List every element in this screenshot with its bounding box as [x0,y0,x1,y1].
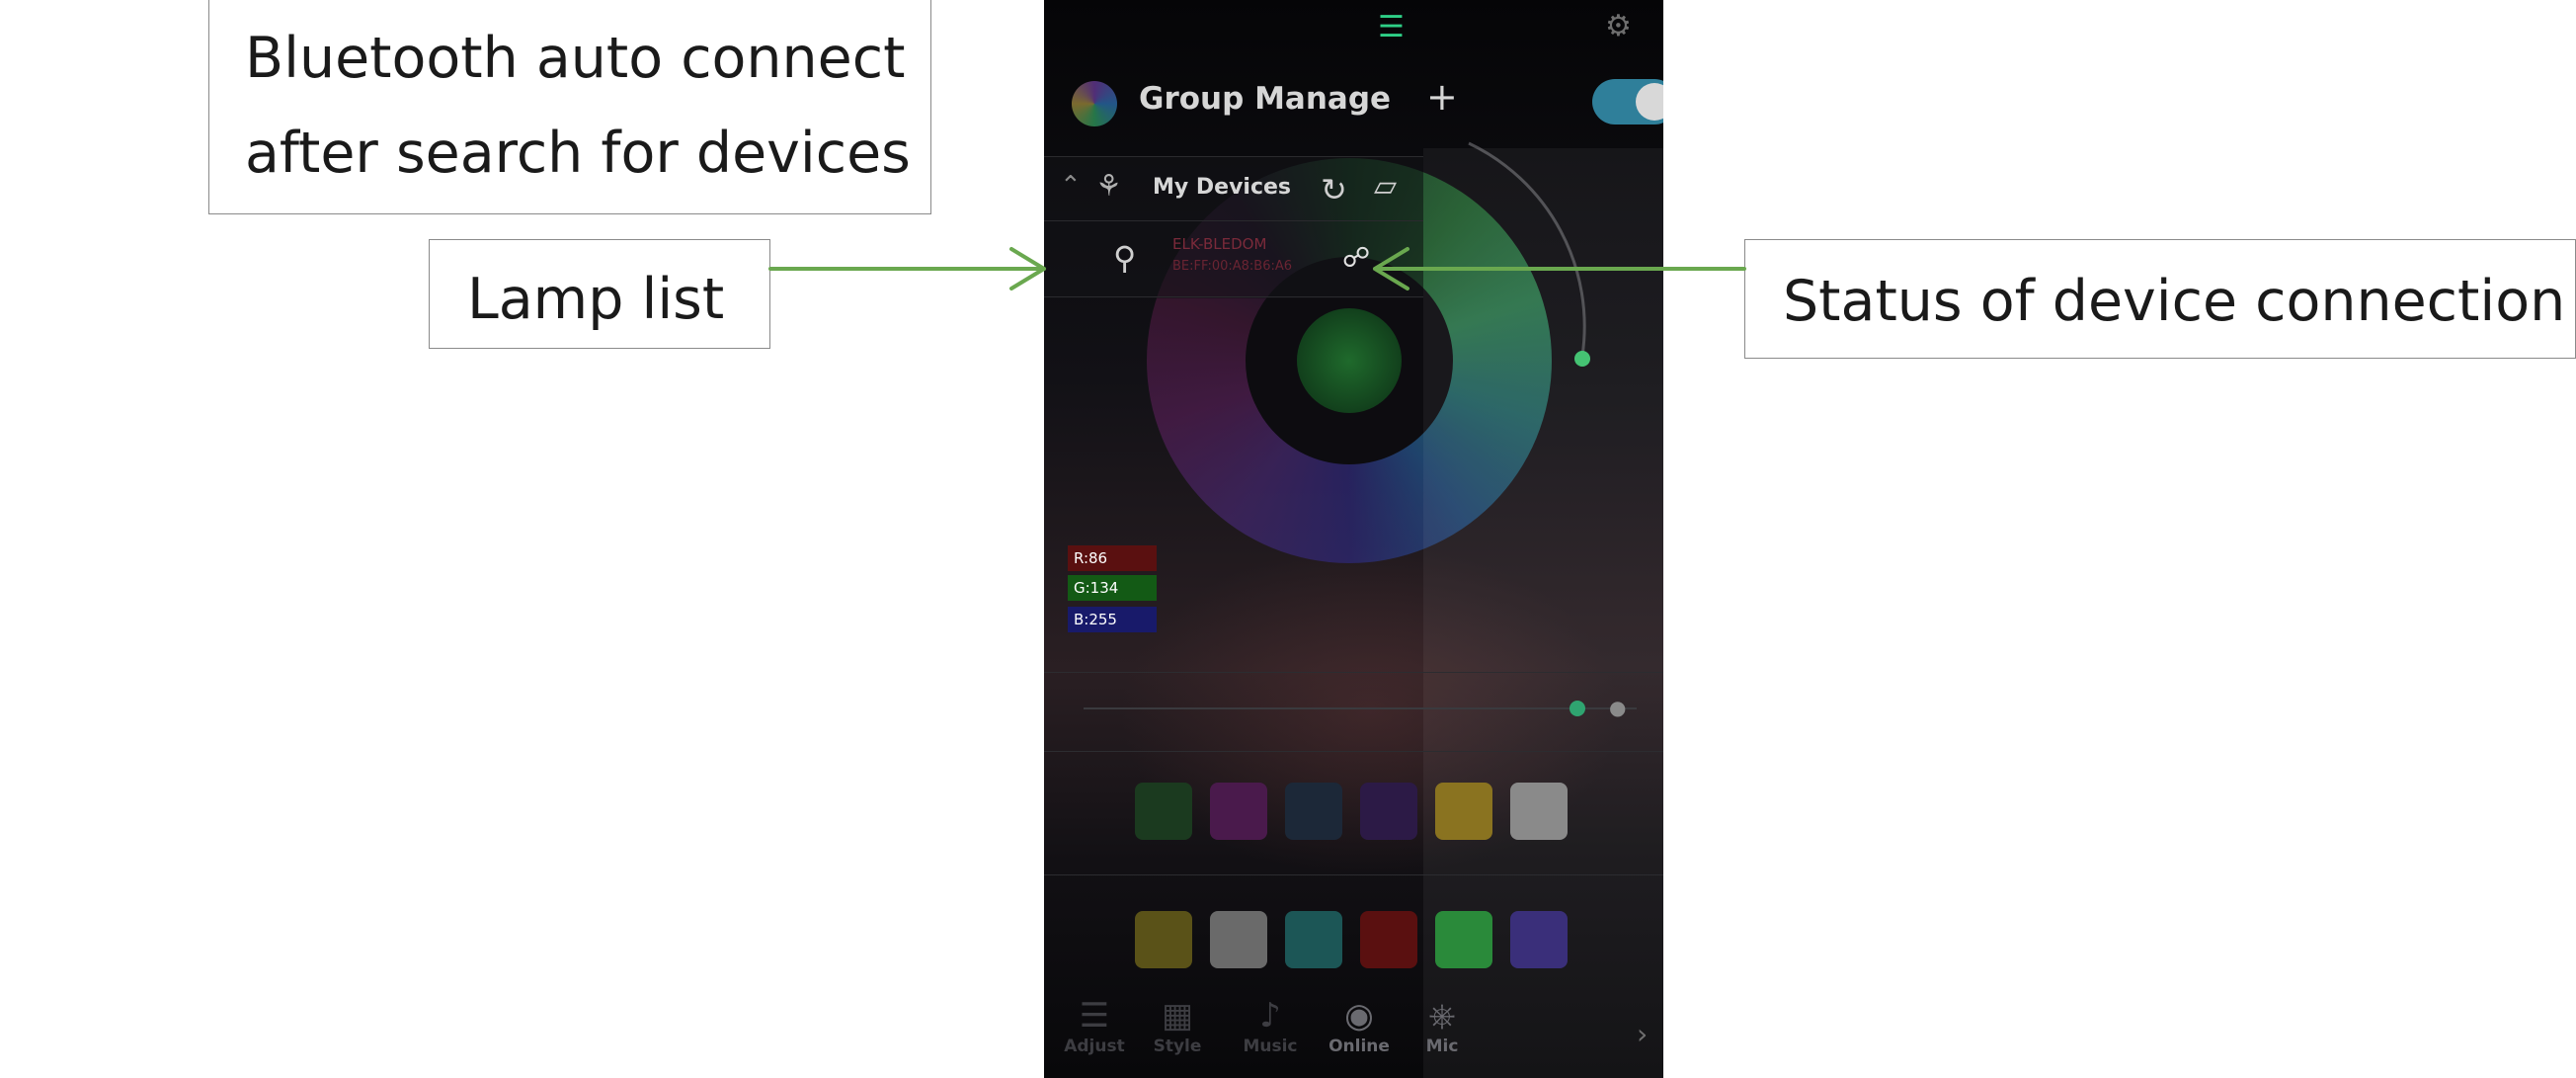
music-icon: ♪ [1259,996,1281,1036]
divider [1044,874,1663,875]
lamp-list-item[interactable]: ⚲ ELK-BLEDOM BE:FF:00:A8:B6:A6 ☍ [1044,221,1423,297]
color-swatch[interactable] [1285,783,1342,840]
color-swatch[interactable] [1135,783,1192,840]
tab-music[interactable]: ♪ Music [1226,996,1315,1057]
color-swatch[interactable] [1510,783,1568,840]
tab-label: Music [1243,1037,1298,1056]
callout-bluetooth-line2: after search for devices [245,121,911,186]
top-bar: ☰ ⚙ [1044,0,1663,59]
slider-end-icon: ● [1609,696,1627,719]
rgb-red-value[interactable]: R:86 [1068,545,1157,571]
color-swatch[interactable] [1285,911,1342,968]
color-swatch[interactable] [1360,783,1417,840]
caret-up-icon[interactable]: ⌃ [1060,171,1082,201]
tab-adjust[interactable]: ☰ Adjust [1050,996,1139,1057]
color-swatch[interactable] [1210,783,1267,840]
my-devices-title: My Devices [1153,175,1292,200]
bottom-tab-bar: ☰ Adjust ▦ Style ♪ Music ◉ Online ⎈ Mic … [1044,988,1663,1078]
rgb-green-value[interactable]: G:134 [1068,575,1157,601]
color-swatch[interactable] [1135,911,1192,968]
link-icon[interactable]: ☍ [1342,241,1370,274]
devices-panel: ⌃ ⚘ My Devices ↻ ▱ ⚲ ELK-BLEDOM BE:FF:00… [1044,156,1423,298]
lamp-name: ELK-BLEDOM [1172,235,1267,253]
callout-lamp-list: Lamp list [429,239,770,349]
power-toggle-knob [1636,83,1663,121]
color-swatch[interactable] [1360,911,1417,968]
tab-style[interactable]: ▦ Style [1133,996,1222,1057]
lamp-mac-address: BE:FF:00:A8:B6:A6 [1172,259,1293,274]
tab-online[interactable]: ◉ Online [1315,996,1404,1057]
callout-lamp-list-text: Lamp list [467,267,725,332]
phone-screenshot: ☰ ⚙ Group Manage + ⌃ ⚘ My Devices ↻ ▱ ⚲ … [1044,0,1663,1078]
color-swatch[interactable] [1435,911,1492,968]
gear-icon[interactable]: ⚙ [1605,12,1632,41]
callout-bluetooth-line1: Bluetooth auto connect [245,26,906,91]
bulb-icon: ⚲ [1113,239,1137,277]
grid-icon: ▦ [1161,996,1194,1036]
speed-slider-track[interactable] [1084,707,1637,709]
color-swatch[interactable] [1510,911,1568,968]
mic-icon: ⎈ [1428,996,1456,1036]
group-manage-title[interactable]: Group Manage [1139,81,1391,117]
speed-slider-handle[interactable] [1570,701,1585,716]
list-icon[interactable]: ☰ [1378,13,1417,42]
tab-label: Adjust [1064,1037,1125,1056]
group-manage-row[interactable]: Group Manage + [1064,71,1656,130]
group-avatar [1072,81,1117,126]
tab-mic[interactable]: ⎈ Mic [1398,996,1487,1057]
color-swatch[interactable] [1210,911,1267,968]
refresh-icon[interactable]: ↻ [1321,171,1347,208]
my-devices-header[interactable]: ⌃ ⚘ My Devices ↻ ▱ [1044,156,1423,221]
divider [1044,672,1663,673]
color-swatch[interactable] [1435,783,1492,840]
add-group-button[interactable]: + [1426,75,1458,119]
tab-label: Style [1153,1037,1202,1056]
chevron-right-icon[interactable]: › [1637,1018,1648,1050]
callout-bluetooth-auto-connect: Bluetooth auto connect after search for … [208,0,931,214]
rgb-blue-value[interactable]: B:255 [1068,607,1157,632]
lamp-list-arrow [768,247,1046,290]
phone-bluetooth-icon[interactable]: ▱ [1374,169,1397,204]
sliders-icon: ☰ [1079,996,1110,1036]
bulbs-icon: ⚘ [1095,169,1122,204]
power-toggle[interactable] [1592,79,1663,124]
online-icon: ◉ [1344,996,1374,1036]
callout-status-text: Status of device connection [1783,269,2566,334]
callout-device-connection-status: Status of device connection [1744,239,2576,359]
tab-label: Mic [1425,1037,1459,1056]
divider [1044,751,1663,752]
tab-label: Online [1328,1037,1390,1056]
